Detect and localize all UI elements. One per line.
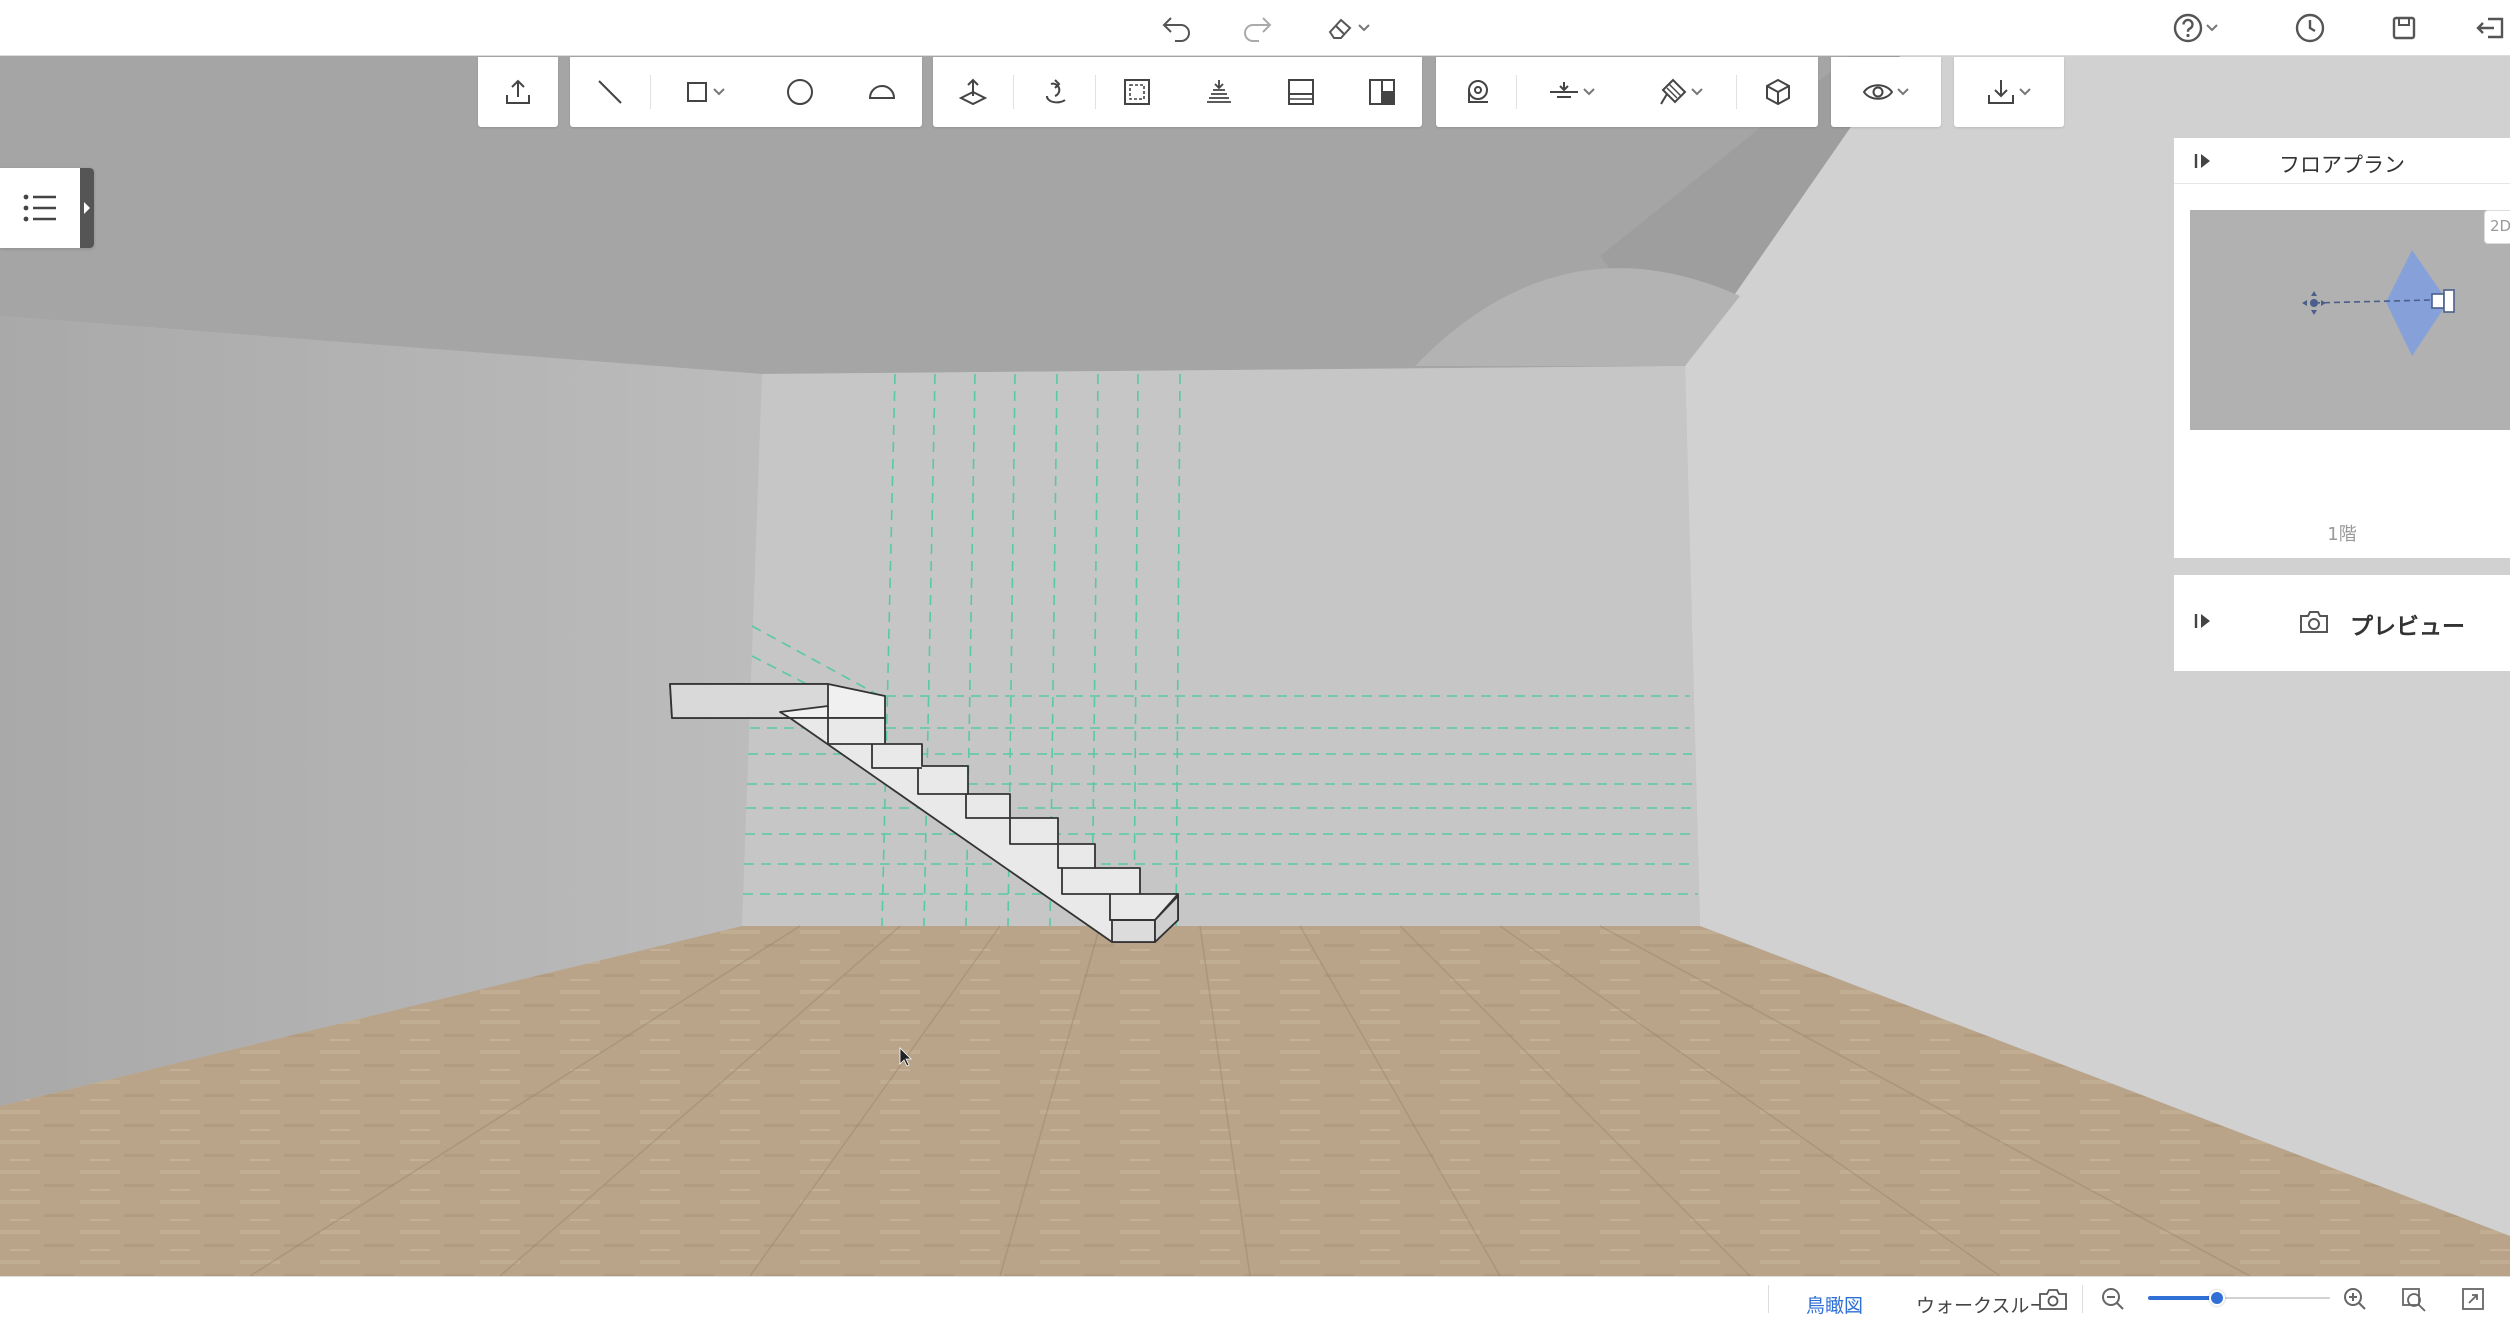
toolbar-group-draw — [570, 57, 922, 127]
eraser-icon — [1328, 18, 1352, 39]
status-divider — [2082, 1285, 2083, 1313]
chevron-down-icon — [1691, 88, 1703, 96]
toolbar-divider — [1013, 75, 1014, 109]
toolbar-group-import — [478, 57, 558, 127]
help-icon — [2173, 13, 2203, 43]
camera-icon — [2431, 293, 2445, 309]
preview-label: プレビュー — [2350, 614, 2465, 640]
toolbar-divider — [650, 75, 651, 109]
toolbar-divider — [1736, 75, 1737, 109]
circle-icon[interactable] — [760, 57, 840, 127]
align-icon — [1550, 82, 1578, 98]
chevron-down-icon — [1583, 88, 1595, 96]
offset-icon[interactable] — [1097, 57, 1177, 127]
fullscreen-icon[interactable] — [2460, 1286, 2486, 1312]
chevron-down-icon — [1897, 88, 1909, 96]
align-tool[interactable] — [1518, 57, 1626, 127]
line-icon[interactable] — [570, 57, 650, 127]
upload-icon[interactable] — [478, 57, 558, 127]
zoom-fit-icon[interactable] — [2400, 1286, 2428, 1312]
caret-right-icon — [84, 202, 90, 214]
app-window: フロアプラン 1階 2D プレビュー 鳥瞰図 ウォークスルー — [0, 0, 2510, 1318]
floor-plan-title: フロアプラン — [2279, 153, 2405, 177]
download-icon — [1988, 80, 2014, 104]
toolbar-group-visibility — [1831, 57, 1941, 127]
push-pull-icon[interactable] — [933, 57, 1013, 127]
zoom-slider[interactable] — [2148, 1290, 2330, 1306]
camera-icon — [2300, 611, 2328, 633]
exit-icon[interactable] — [2472, 6, 2510, 50]
toolbar-group-modify — [933, 57, 1422, 127]
floor-level-label[interactable]: 1階 — [2174, 520, 2510, 546]
snapshot-camera-icon[interactable] — [2036, 1285, 2070, 1313]
floor-plan-header: フロアプラン — [2174, 138, 2510, 184]
stair-icon[interactable] — [1179, 57, 1259, 127]
paint-icon — [1660, 78, 1687, 105]
preview-panel[interactable]: プレビュー — [2174, 575, 2510, 671]
split-icon[interactable] — [1342, 57, 1422, 127]
arc-icon[interactable] — [842, 57, 922, 127]
floor-plan-minimap[interactable] — [2190, 210, 2510, 430]
save-icon[interactable] — [2384, 6, 2424, 50]
rectangle-tool[interactable] — [660, 57, 750, 127]
redo-icon[interactable] — [1235, 6, 1279, 50]
minimap-canvas — [2302, 250, 2455, 356]
toolbar-group-tools — [1436, 57, 1818, 127]
clock-icon[interactable] — [2290, 6, 2330, 50]
chevron-down-icon — [2019, 88, 2031, 96]
measure-icon[interactable] — [1436, 57, 1516, 127]
3d-viewport[interactable] — [0, 56, 2510, 1276]
rectangle-icon — [687, 82, 707, 102]
scene-canvas[interactable] — [0, 56, 2510, 1276]
camera-target-handle — [2310, 299, 2318, 307]
toolbar-divider — [1516, 75, 1517, 109]
expand-tab[interactable] — [80, 168, 94, 248]
tab-walkthrough-view[interactable]: ウォークスルー — [1916, 1291, 2048, 1318]
chevron-down-icon — [713, 88, 725, 96]
top-bar — [0, 0, 2510, 56]
mode-2d-toggle[interactable]: 2D — [2484, 210, 2510, 244]
floor-plan-panel: フロアプラン 1階 — [2174, 138, 2510, 558]
eraser-button[interactable] — [1318, 6, 1380, 50]
back-wall — [742, 366, 1700, 926]
expand-panel-icon[interactable] — [2192, 611, 2214, 631]
status-divider — [1768, 1285, 1769, 1313]
toolbar-group-export — [1954, 57, 2064, 127]
status-bar: 鳥瞰図 ウォークスルー — [0, 1276, 2510, 1318]
panel-icon[interactable] — [1261, 57, 1341, 127]
zoom-out-icon[interactable] — [2100, 1286, 2126, 1312]
download-tool[interactable] — [1954, 57, 2064, 127]
undo-icon[interactable] — [1155, 6, 1199, 50]
visibility-tool[interactable] — [1831, 57, 1941, 127]
paint-tool[interactable] — [1626, 57, 1736, 127]
toolbar-divider — [1095, 75, 1096, 109]
rotate-icon[interactable] — [1015, 57, 1095, 127]
eye-icon — [1862, 84, 1894, 100]
chevron-down-icon — [2206, 24, 2218, 32]
help-button[interactable] — [2163, 6, 2229, 50]
list-icon — [23, 194, 56, 222]
chevron-down-icon — [1358, 24, 1370, 32]
object-list-toggle[interactable] — [0, 168, 94, 248]
zoom-in-icon[interactable] — [2342, 1286, 2368, 1312]
cube-icon[interactable] — [1738, 57, 1818, 127]
zoom-slider-thumb[interactable] — [2209, 1290, 2226, 1306]
tab-birdseye-view[interactable]: 鳥瞰図 — [1806, 1291, 1863, 1318]
